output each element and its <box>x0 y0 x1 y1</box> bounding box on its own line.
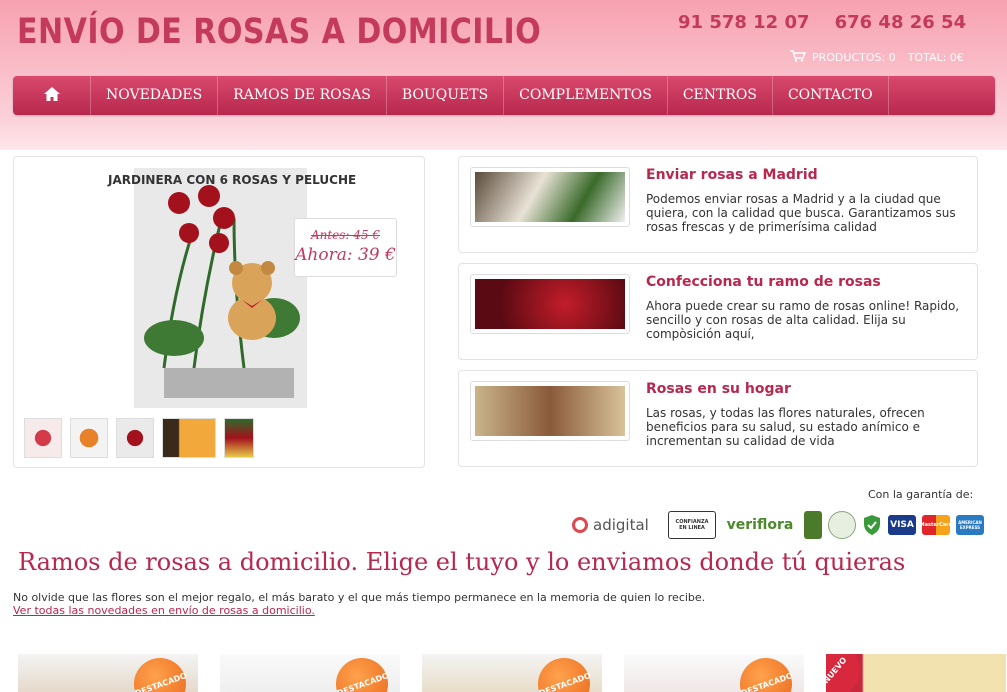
cart-icon[interactable] <box>790 50 807 65</box>
sticker-label: DESTACADO <box>335 670 391 692</box>
cart-products[interactable]: PRODUCTOS: 0 <box>812 51 896 64</box>
product-cards: DESTACADO DESTACADO DESTACADO DESTACADO … <box>18 654 1006 692</box>
product-slider: JARDINERA CON 6 ROSAS Y PELUCHE Antes: 4… <box>13 156 425 468</box>
product-image[interactable] <box>134 168 307 408</box>
veriflora-label: veriflora <box>726 517 794 533</box>
veriflora-badge[interactable]: veriflora <box>722 511 798 539</box>
feature-text: Podemos enviar rosas a Madrid y a la ciu… <box>646 192 956 234</box>
feature-image[interactable] <box>470 274 630 334</box>
featured-sticker: DESTACADO <box>740 658 794 692</box>
adigital-badge[interactable]: adigital <box>572 511 662 539</box>
confianza-online-badge[interactable]: CONFIANZA EN LINEA <box>668 511 716 539</box>
cart-total[interactable]: TOTAL: 0€ <box>908 51 964 64</box>
feature-title[interactable]: Enviar rosas a Madrid <box>646 167 818 183</box>
nav-item-centros[interactable]: CENTROS <box>668 76 773 115</box>
thumbnail[interactable] <box>224 418 254 458</box>
product-title[interactable]: JARDINERA CON 6 ROSAS Y PELUCHE <box>108 173 356 187</box>
novedades-link[interactable]: Ver todas las novedades en envío de rosa… <box>13 604 315 617</box>
featured-sticker: DESTACADO <box>134 658 188 692</box>
thumbnail[interactable] <box>70 418 108 458</box>
secure-shield-icon[interactable] <box>862 511 882 539</box>
thumbnail-strip <box>24 418 254 458</box>
feature-title[interactable]: Confecciona tu ramo de rosas <box>646 274 881 290</box>
price-now: Ahora: 39 € <box>295 245 396 265</box>
feature-card-ramo[interactable]: Confecciona tu ramo de rosas Ahora puede… <box>458 263 978 360</box>
feature-title[interactable]: Rosas en su hogar <box>646 381 791 397</box>
product-card[interactable]: NUEVO <box>826 654 1006 692</box>
sticker-label: NUEVO <box>826 655 849 686</box>
featured-sticker: DESTACADO <box>538 658 592 692</box>
intro-text: No olvide que las flores son el mejor re… <box>13 591 706 604</box>
featured-sticker: DESTACADO <box>336 658 390 692</box>
nav-item-contacto[interactable]: CONTACTO <box>773 76 889 115</box>
visa-label: VISA <box>890 520 914 530</box>
home-icon[interactable] <box>43 86 61 106</box>
sticker-label: DESTACADO <box>133 670 189 692</box>
rainforest-seal-icon[interactable] <box>828 511 856 539</box>
price-tag: Antes: 45 € Ahora: 39 € <box>294 218 397 277</box>
mastercard-badge[interactable]: MasterCard <box>919 515 953 535</box>
confianza-online-label: CONFIANZA EN LINEA <box>675 519 709 531</box>
product-card[interactable]: DESTACADO <box>624 654 804 692</box>
amex-badge[interactable]: AMERICAN EXPRESS <box>956 515 984 535</box>
guarantee-badges: adigital CONFIANZA EN LINEA veriflora VI… <box>572 511 984 539</box>
sticker-label: DESTACADO <box>739 670 795 692</box>
phone-numbers: 91 578 12 07 676 48 26 54 <box>678 12 967 33</box>
adigital-icon <box>572 517 588 533</box>
nav-item-ramos-de-rosas[interactable]: RAMOS DE ROSAS <box>218 76 387 115</box>
cart-summary[interactable]: PRODUCTOS: 0 TOTAL: 0€ <box>790 50 964 65</box>
feature-text: Ahora puede crear su ramo de rosas onlin… <box>646 299 960 341</box>
thumbnail[interactable] <box>24 418 62 458</box>
feature-card-hogar[interactable]: Rosas en su hogar Las rosas, y todas las… <box>458 370 978 467</box>
product-card[interactable]: DESTACADO <box>220 654 400 692</box>
product-card[interactable]: DESTACADO <box>422 654 602 692</box>
site-title[interactable]: ENVÍO DE ROSAS A DOMICILIO <box>17 12 541 52</box>
mastercard-label: MasterCard <box>919 522 953 528</box>
product-card[interactable]: DESTACADO <box>18 654 198 692</box>
feature-image[interactable] <box>470 381 630 441</box>
visa-badge[interactable]: VISA <box>888 515 916 535</box>
price-before: Antes: 45 € <box>310 228 381 242</box>
main-nav: NOVEDADES RAMOS DE ROSAS BOUQUETS COMPLE… <box>13 76 995 115</box>
nav-home[interactable] <box>13 76 91 115</box>
adigital-label: adigital <box>593 516 649 534</box>
feature-card-madrid[interactable]: Enviar rosas a Madrid Podemos enviar ros… <box>458 156 978 253</box>
sticker-label: DESTACADO <box>537 670 593 692</box>
guarantee-label: Con la garantía de: <box>868 488 974 501</box>
feature-image[interactable] <box>470 167 630 227</box>
amex-label: AMERICAN EXPRESS <box>958 520 982 530</box>
certified-seal-icon[interactable] <box>804 511 822 539</box>
thumbnail[interactable] <box>116 418 154 458</box>
nav-item-bouquets[interactable]: BOUQUETS <box>387 76 505 115</box>
nav-item-complementos[interactable]: COMPLEMENTOS <box>504 76 668 115</box>
nav-item-novedades[interactable]: NOVEDADES <box>91 76 219 115</box>
feature-text: Las rosas, y todas las flores naturales,… <box>646 406 925 448</box>
new-sticker: NUEVO <box>826 654 860 692</box>
page-heading: Ramos de rosas a domicilio. Elige el tuy… <box>18 548 906 576</box>
thumbnail[interactable] <box>162 418 216 458</box>
